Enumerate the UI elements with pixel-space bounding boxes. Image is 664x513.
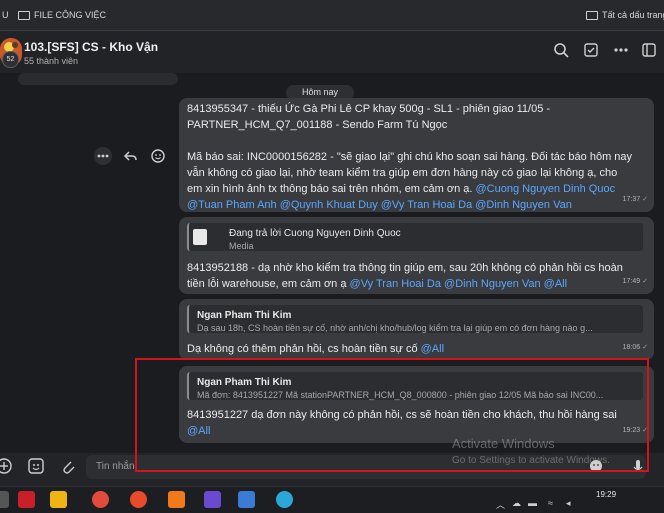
message-time: 18:06 ✓: [623, 340, 648, 356]
attach-icon: [63, 461, 75, 474]
message-text: em xin hình ảnh tx thông báo sai trên nh…: [187, 183, 473, 195]
media-thumbnail: [193, 229, 207, 245]
message-line-with-mention: tiền lỗi warehouse, em cảm ơn ạ @Vy Tran…: [187, 276, 623, 292]
message-line-with-mention: em xin hình ảnh tx thông báo sai trên nh…: [187, 181, 646, 197]
mention-link[interactable]: @Cuong Nguyen Dinh Quoc: [476, 183, 616, 195]
cloud-icon[interactable]: ☁: [512, 498, 521, 509]
message-line: vẫn không có giao lại, nhờ team kiểm tra…: [187, 167, 618, 179]
onedrive-icon[interactable]: ▬: [528, 498, 537, 508]
message-bubble[interactable]: Đang trả lời Cuong Nguyen Dinh Quoc Medi…: [179, 217, 654, 294]
taskbar-app-icon[interactable]: [204, 491, 221, 508]
message-time: 17:49 ✓: [623, 274, 648, 290]
all-bookmarks-label: Tất cả dấu trang: [602, 10, 664, 20]
more-actions-icon: [97, 154, 109, 158]
reply-icon: [123, 151, 137, 161]
wifi-icon[interactable]: ≈: [548, 498, 553, 508]
message-line: 8413955347 - thiếu Ức Gà Phi Lê CP khay …: [187, 103, 551, 115]
message-text: Dạ không có thêm phản hồi, cs hoàn tiền …: [187, 343, 418, 355]
read-check-icon: ✓: [642, 344, 648, 351]
react-button[interactable]: [149, 147, 167, 165]
emoji-icon: [151, 149, 165, 163]
edge-app-icon[interactable]: [276, 491, 293, 508]
message-bubble[interactable]: Ngan Pham Thi Kim Dạ sau 18h, CS hoàn ti…: [179, 299, 654, 360]
activation-watermark-title: Activate Windows: [452, 436, 555, 451]
reply-button[interactable]: [121, 147, 139, 165]
sidebar-icon: [642, 43, 656, 57]
taskbar-app-icon[interactable]: [238, 491, 255, 508]
time-text: 17:49: [622, 278, 641, 285]
toggle-sidebar-button[interactable]: [640, 41, 658, 59]
reply-quote[interactable]: Ngan Pham Thi Kim Dạ sau 18h, CS hoàn ti…: [187, 305, 643, 333]
mention-link[interactable]: @All: [421, 343, 444, 355]
tasks-button[interactable]: [582, 41, 600, 59]
avatar-badge: 52: [2, 51, 19, 68]
volume-icon[interactable]: ◂: [566, 498, 571, 509]
mention-links[interactable]: @Vy Tran Hoai Da @Dinh Nguyen Van @All: [350, 278, 568, 290]
read-check-icon: ✓: [642, 196, 648, 203]
sticker-icon: [28, 458, 44, 474]
message-input-placeholder: Tin nhắn: [96, 461, 135, 472]
message-line: 8413952188 - dạ nhờ kho kiểm tra thông t…: [187, 262, 623, 274]
more-button[interactable]: [612, 41, 630, 59]
reply-quote-subtitle: Media: [229, 241, 254, 251]
tray-chevron-icon[interactable]: ︿: [496, 498, 505, 511]
sticker-button[interactable]: [26, 456, 46, 476]
folder-icon: [586, 11, 598, 21]
reply-quote-title: Đang trả lời Cuong Nguyen Dinh Quoc: [229, 228, 401, 239]
search-icon: [554, 43, 569, 58]
more-actions-button[interactable]: [94, 147, 112, 165]
activation-watermark-subtitle: Go to Settings to activate Windows.: [452, 455, 610, 466]
bookmarks-bar: U FILE CÔNG VIỆC Tất cả dấu trang: [0, 0, 664, 31]
message-line: Mã báo sai: INC0000156282 - "sẽ giao lại…: [187, 151, 633, 163]
add-icon: [0, 458, 12, 474]
taskbar-app-icon[interactable]: [0, 491, 9, 508]
bookmark-folder-file-cong-viec[interactable]: FILE CÔNG VIỆC: [18, 10, 107, 21]
attach-button[interactable]: [58, 456, 78, 476]
read-check-icon: ✓: [642, 278, 648, 285]
bookmark-folder-label: FILE CÔNG VIỆC: [34, 10, 107, 20]
taskbar-app-icon[interactable]: [92, 491, 109, 508]
previous-message-edge: [18, 73, 178, 85]
add-button[interactable]: [0, 456, 14, 476]
file-explorer-icon[interactable]: [50, 491, 67, 508]
message-bubble[interactable]: 8413955347 - thiếu Ức Gà Phi Lê CP khay …: [179, 98, 654, 212]
member-count[interactable]: 55 thành viên: [24, 56, 78, 66]
chat-title[interactable]: 103.[SFS] CS - Kho Vận: [24, 40, 158, 54]
tasks-icon: [584, 43, 598, 57]
reply-quote-preview: Dạ sau 18h, CS hoàn tiền sự cố, nhờ anh/…: [197, 323, 593, 333]
all-bookmarks-folder[interactable]: Tất cả dấu trang: [586, 10, 664, 21]
wps-app-icon[interactable]: [18, 491, 35, 508]
message-line: PARTNER_HCM_Q7_001188 - Sendo Farm Tú Ng…: [187, 119, 448, 131]
bookmark-fragment[interactable]: U: [2, 10, 9, 20]
clock[interactable]: 19:29: [596, 490, 616, 499]
time-text: 18:06: [622, 344, 641, 351]
taskbar-app-icon[interactable]: [168, 491, 185, 508]
browser-app-icon[interactable]: [130, 491, 147, 508]
folder-icon: [18, 11, 30, 21]
message-time: 17:37 ✓: [623, 192, 648, 208]
time-text: 17:37: [622, 196, 641, 203]
search-button[interactable]: [552, 41, 570, 59]
mention-links[interactable]: @Tuan Pham Anh @Quynh Khuat Duy @Vy Tran…: [187, 197, 646, 213]
more-icon: [614, 48, 628, 52]
message-text: tiền lỗi warehouse, em cảm ơn ạ: [187, 278, 347, 290]
reply-quote[interactable]: Đang trả lời Cuong Nguyen Dinh Quoc Medi…: [187, 223, 643, 251]
